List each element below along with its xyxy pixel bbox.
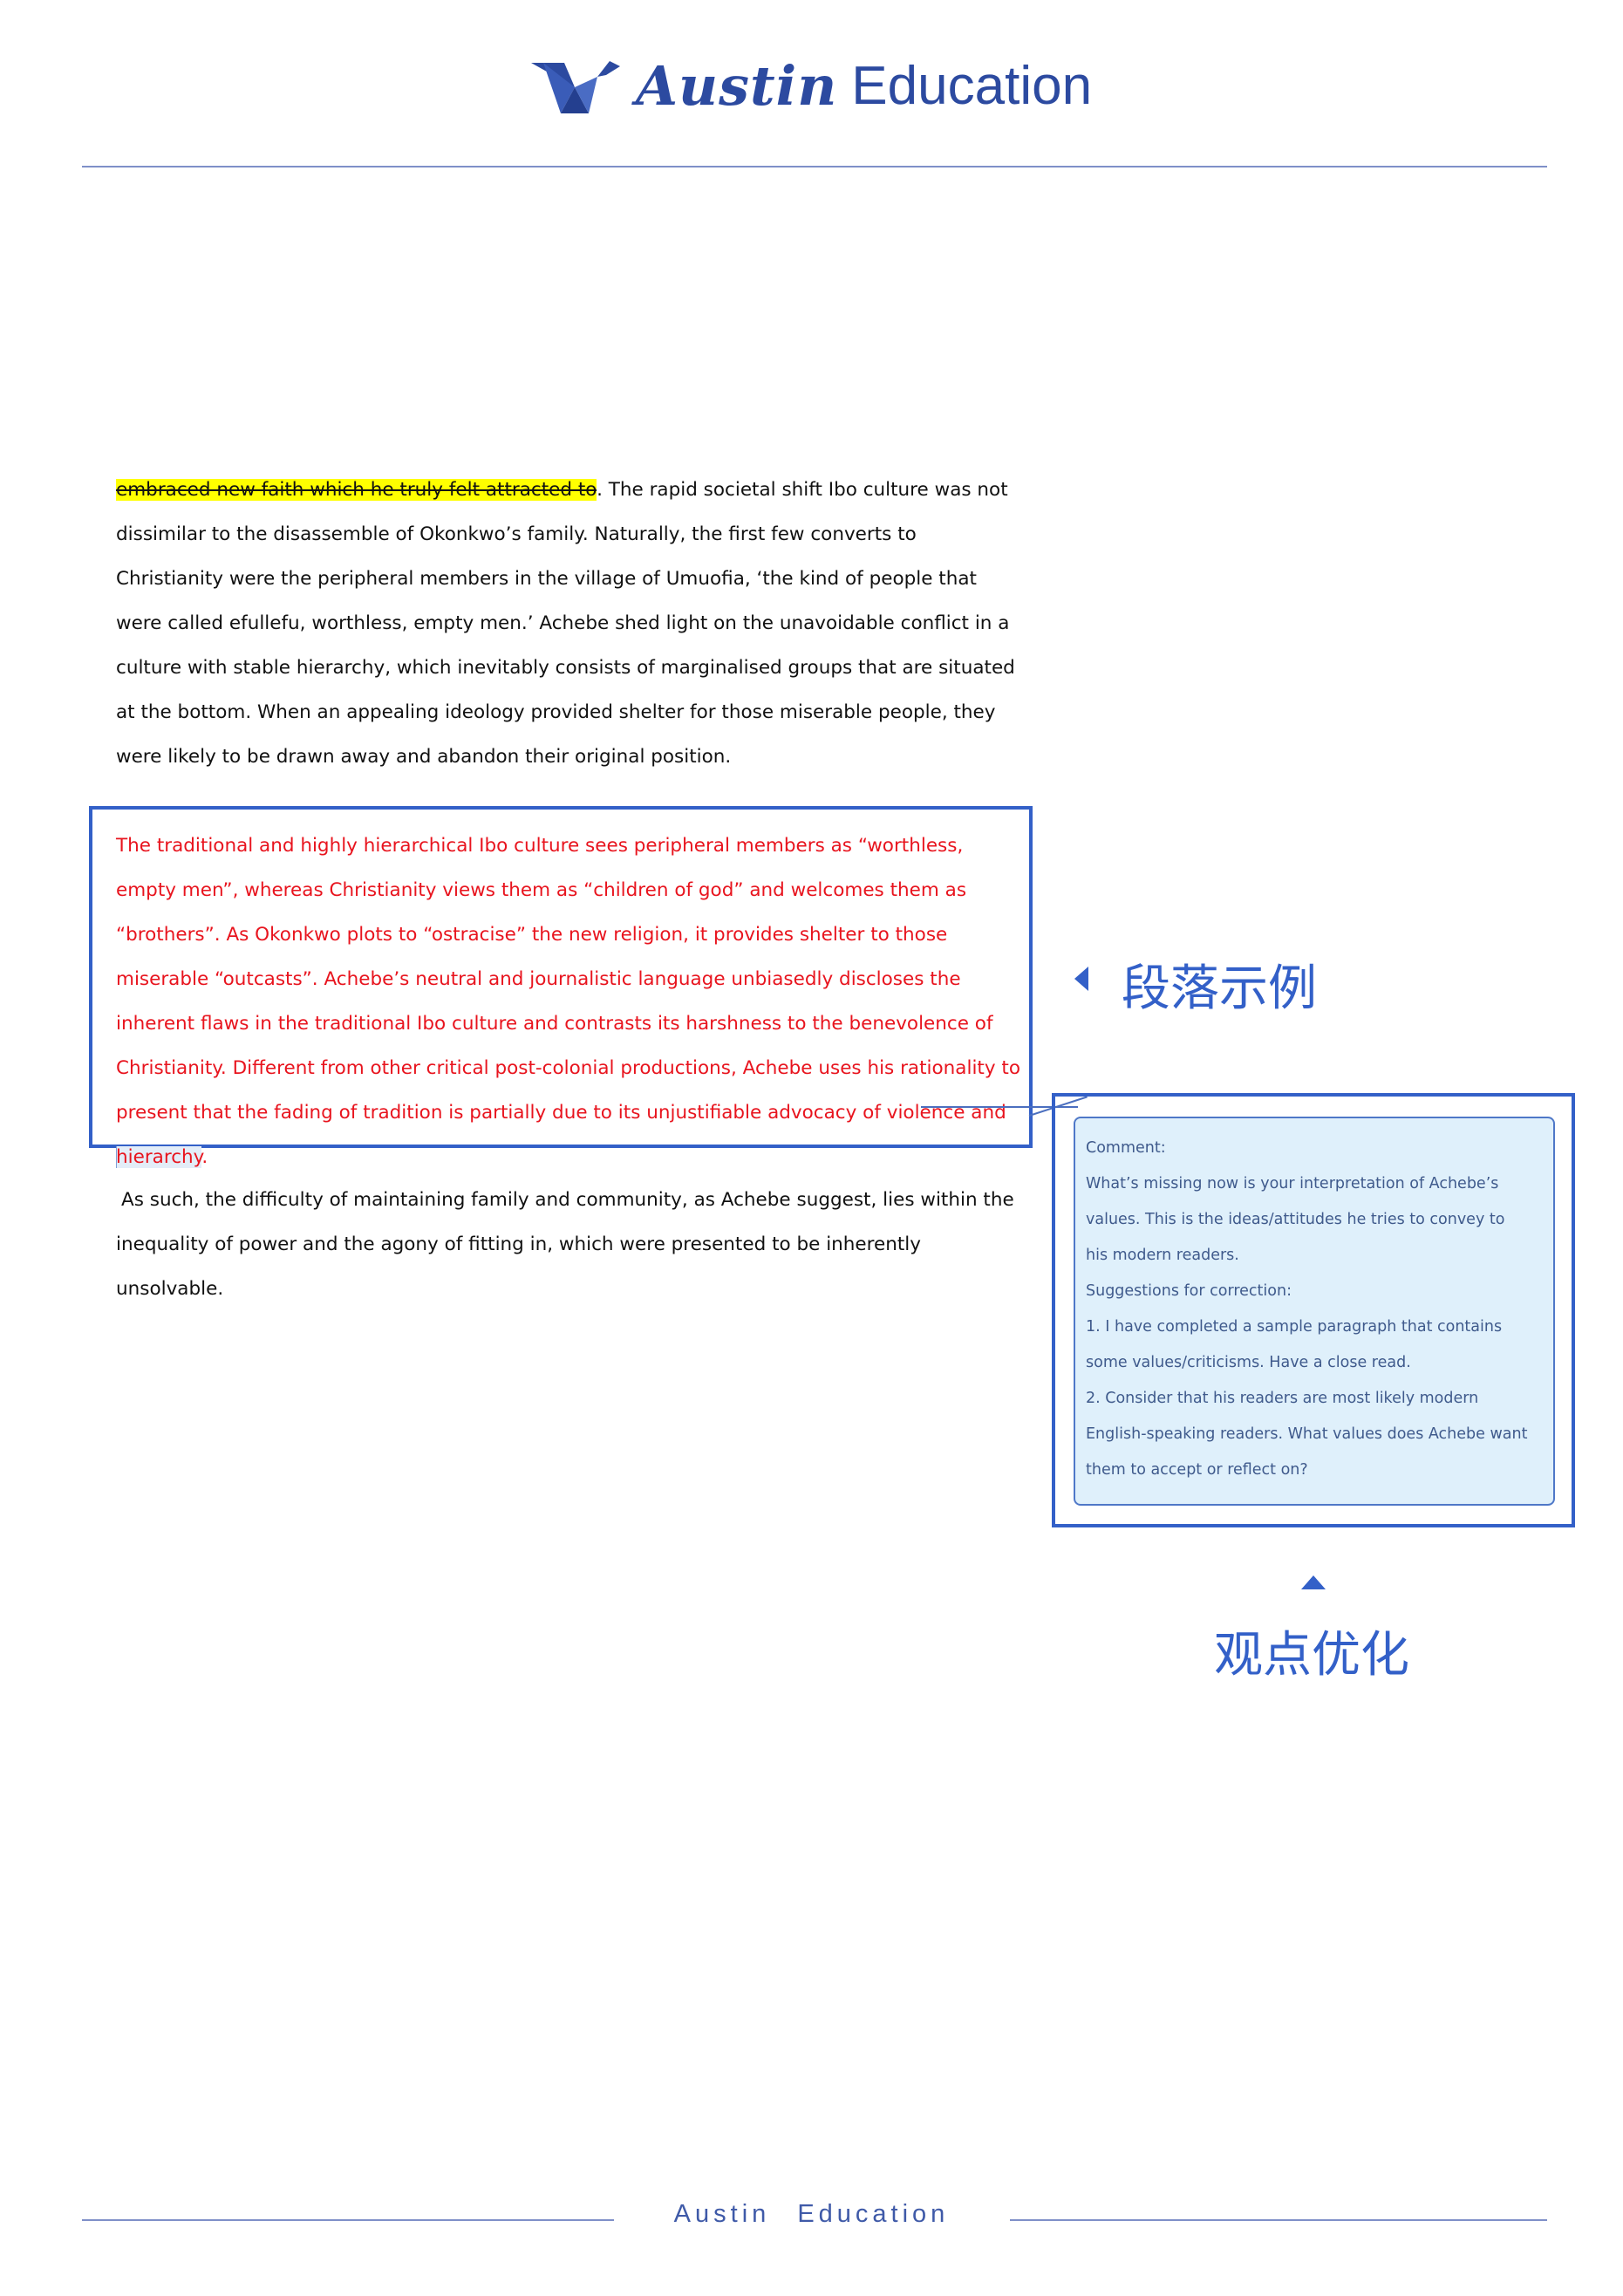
comment-line: English-speaking readers. What values do… bbox=[1086, 1425, 1528, 1443]
comment-line: 1. I have completed a sample paragraph t… bbox=[1086, 1318, 1503, 1336]
sample-paragraph-text: The traditional and highly hierarchical … bbox=[116, 835, 1020, 1124]
brand-name-script: Austin bbox=[635, 54, 838, 118]
struck-highlighted-text: embraced new faith which he truly felt a… bbox=[116, 479, 597, 501]
essay-paragraph-2: As such, the difficulty of maintaining f… bbox=[116, 1189, 1014, 1300]
comment-line: his modern readers. bbox=[1086, 1247, 1239, 1264]
footer-brand: Austin Education bbox=[673, 2200, 950, 2228]
brand-name-sans: Education bbox=[851, 56, 1093, 116]
comment-line: Comment: bbox=[1086, 1139, 1166, 1157]
origami-bird-logo-icon bbox=[530, 60, 620, 113]
comment-line: What’s missing now is your interpretatio… bbox=[1086, 1175, 1499, 1192]
header-logo: Austin Education bbox=[0, 54, 1623, 118]
comment-line: values. This is the ideas/attitudes he t… bbox=[1086, 1211, 1505, 1228]
sample-paragraph-label: 段落示例 bbox=[1122, 960, 1317, 1017]
comment-line: some values/criticisms. Have a close rea… bbox=[1086, 1354, 1411, 1371]
comment-line: Suggestions for correction: bbox=[1086, 1282, 1292, 1300]
sample-paragraph-end: . bbox=[201, 1146, 208, 1168]
paragraph-1-text: . The rapid societal shift Ibo culture w… bbox=[116, 479, 1015, 768]
sample-paragraph: The traditional and highly hierarchical … bbox=[116, 823, 1023, 1179]
viewpoint-optimization-label: 观点优化 bbox=[1214, 1627, 1409, 1684]
triangle-up-icon bbox=[1301, 1575, 1326, 1589]
comment-body: Comment: What’s missing now is your inte… bbox=[1086, 1131, 1548, 1488]
comment-line: 2. Consider that his readers are most li… bbox=[1086, 1390, 1479, 1407]
essay-paragraph-1: embraced new faith which he truly felt a… bbox=[116, 468, 1023, 779]
comment-line: them to accept or reflect on? bbox=[1086, 1461, 1308, 1479]
header-divider bbox=[82, 166, 1547, 167]
triangle-left-icon bbox=[1074, 967, 1088, 991]
commented-word: hierarchy bbox=[116, 1146, 202, 1168]
